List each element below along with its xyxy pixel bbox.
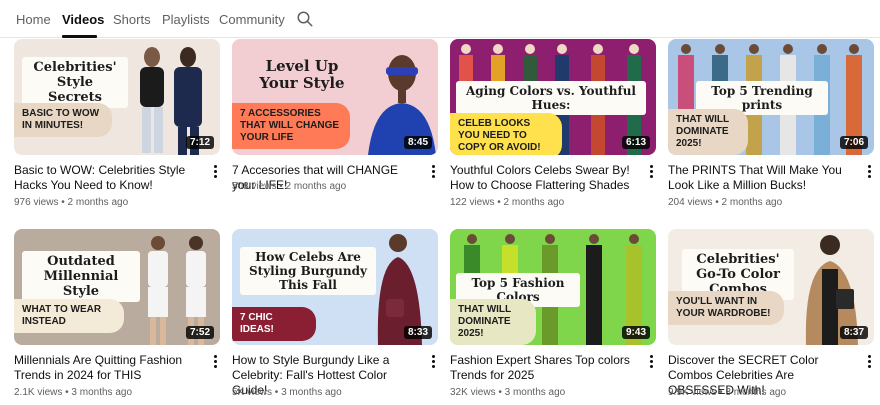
thumbnail-title: Level Up Your Style: [259, 57, 345, 92]
video-stats: 508 views • 2 months ago: [232, 181, 347, 192]
more-options-icon[interactable]: [648, 165, 654, 179]
video-stats: 122 views • 2 months ago: [450, 197, 565, 208]
thumbnail-subtitle: Celeb looks you need to copy or avoid!: [450, 113, 562, 155]
thumbnail-subtitle: 7 Accessories that will change your life: [232, 103, 350, 149]
duration-badge: 6:13: [621, 136, 650, 149]
view-count: 2.1K views: [14, 387, 63, 398]
upload-age: 3 months ago: [504, 387, 566, 398]
upload-age: 3 months ago: [71, 387, 133, 398]
video-thumbnail[interactable]: Top 5 Trending prints That will dominate…: [668, 39, 874, 155]
tab-videos[interactable]: Videos: [62, 12, 104, 27]
video-title[interactable]: Fashion Expert Shares Top colors Trends …: [450, 353, 638, 383]
thumbnail-subtitle: 7 chic ideas!: [232, 307, 316, 341]
search-icon[interactable]: [296, 10, 314, 28]
video-stats: 32K views • 3 months ago: [450, 387, 566, 398]
duration-badge: 8:33: [403, 326, 432, 339]
video-thumbnail[interactable]: Top 5 Fashion Colors That will dominate …: [450, 229, 656, 345]
duration-badge: 8:45: [403, 136, 432, 149]
more-options-icon[interactable]: [212, 355, 218, 369]
thumbnail-title: How Celebs Are Styling Burgundy This Fal…: [240, 247, 376, 295]
video-thumbnail[interactable]: Level Up Your Style 7 Accessories that w…: [232, 39, 438, 155]
video-thumbnail[interactable]: How Celebs Are Styling Burgundy This Fal…: [232, 229, 438, 345]
video-stats: 2.1K views • 3 months ago: [14, 387, 133, 398]
view-count: 204 views: [668, 197, 713, 208]
duration-badge: 8:37: [839, 326, 868, 339]
video-title[interactable]: Millennials Are Quitting Fashion Trends …: [14, 353, 202, 383]
upload-age: 3 months ago: [281, 387, 342, 398]
video-thumbnail[interactable]: Celebrities' Style Secrets Basic to WOW …: [14, 39, 220, 155]
video-stats: 976 views • 2 months ago: [14, 197, 129, 208]
video-stats: 5K views • 3 months ago: [232, 387, 342, 398]
view-count: 976 views: [14, 197, 59, 208]
duration-badge: 7:06: [839, 136, 868, 149]
thumbnail-subtitle: That will dominate 2025!: [450, 299, 536, 345]
thumbnail-subtitle: Basic to WOW in minutes!: [14, 103, 112, 137]
view-count: 5K views: [232, 387, 273, 398]
duration-badge: 9:43: [621, 326, 650, 339]
tab-community[interactable]: Community: [219, 12, 285, 27]
more-options-icon[interactable]: [212, 165, 218, 179]
video-thumbnail[interactable]: Aging Colors vs. Youthful Hues: Celeb lo…: [450, 39, 656, 155]
tab-home[interactable]: Home: [16, 12, 51, 27]
thumbnail-subtitle: What to wear instead: [14, 299, 124, 333]
view-count: 122 views: [450, 197, 495, 208]
video-title[interactable]: Basic to WOW: Celebrities Style Hacks Yo…: [14, 163, 202, 193]
tab-shorts[interactable]: Shorts: [113, 12, 151, 27]
video-title[interactable]: Youthful Colors Celebs Swear By! How to …: [450, 163, 638, 193]
duration-badge: 7:12: [185, 136, 214, 149]
video-thumbnail[interactable]: Celebrities' Go-To Color Combos You'll w…: [668, 229, 874, 345]
video-thumbnail[interactable]: Outdated Millennial Style What to wear i…: [14, 229, 220, 345]
view-count: 508 views: [232, 181, 277, 192]
thumbnail-subtitle: That will dominate 2025!: [668, 109, 748, 155]
more-options-icon[interactable]: [430, 355, 436, 369]
thumbnail-subtitle: You'll want in your wardrobe!: [668, 291, 784, 325]
thumbnail-title: Aging Colors vs. Youthful Hues:: [456, 81, 646, 115]
more-options-icon[interactable]: [648, 355, 654, 369]
upload-age: 3 months ago: [725, 387, 787, 398]
upload-age: 2 months ago: [285, 181, 347, 192]
thumbnail-title: Outdated Millennial Style: [22, 251, 140, 302]
video-title[interactable]: The PRINTS That Will Make You Look Like …: [668, 163, 856, 193]
view-count: 9.9K views: [668, 387, 717, 398]
video-stats: 204 views • 2 months ago: [668, 197, 783, 208]
tab-playlists[interactable]: Playlists: [162, 12, 210, 27]
upload-age: 2 months ago: [721, 197, 783, 208]
more-options-icon[interactable]: [866, 355, 872, 369]
duration-badge: 7:52: [185, 326, 214, 339]
video-stats: 9.9K views • 3 months ago: [668, 387, 787, 398]
channel-tabs: Home Videos Shorts Playlists Community: [0, 0, 880, 38]
thumbnail-title: Celebrities' Style Secrets: [22, 57, 128, 108]
view-count: 32K views: [450, 387, 496, 398]
active-tab-indicator: [62, 35, 97, 38]
upload-age: 2 months ago: [503, 197, 565, 208]
more-options-icon[interactable]: [430, 165, 436, 179]
upload-age: 2 months ago: [67, 197, 129, 208]
more-options-icon[interactable]: [866, 165, 872, 179]
